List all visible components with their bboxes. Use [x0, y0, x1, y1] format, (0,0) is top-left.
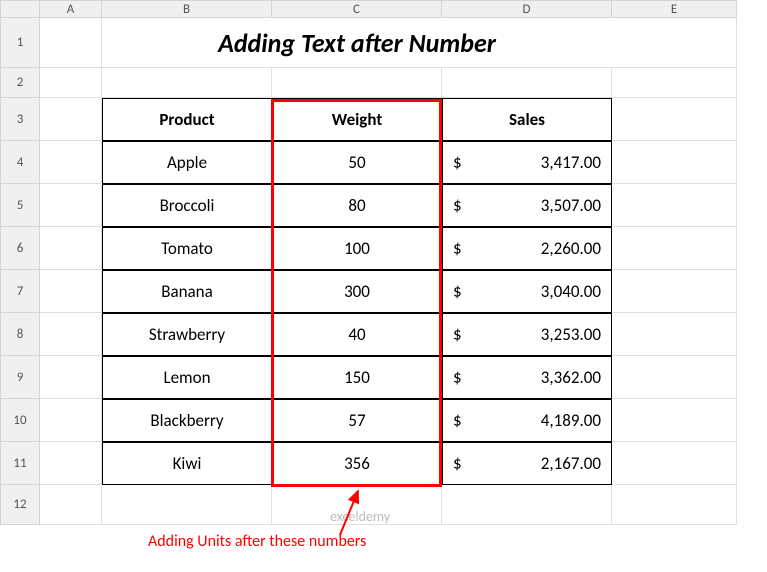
cell[interactable] [442, 485, 612, 525]
row-header-12[interactable]: 12 [0, 485, 40, 525]
sales-value: 3,362.00 [541, 367, 601, 388]
row-header-7[interactable]: 7 [0, 270, 40, 313]
sales-cell[interactable]: $4,189.00 [442, 399, 612, 442]
col-header-b[interactable]: B [102, 0, 272, 18]
product-cell[interactable]: Lemon [102, 356, 272, 399]
weight-cell[interactable]: 356 [272, 442, 442, 485]
sales-cell[interactable]: $3,417.00 [442, 141, 612, 184]
row-header-3[interactable]: 3 [0, 98, 40, 141]
cell[interactable] [612, 399, 737, 442]
currency-symbol: $ [453, 152, 462, 173]
product-cell[interactable]: Blackberry [102, 399, 272, 442]
cell[interactable] [40, 270, 102, 313]
currency-symbol: $ [453, 453, 462, 474]
currency-symbol: $ [453, 324, 462, 345]
col-header-c[interactable]: C [272, 0, 442, 18]
title-cell[interactable]: Adding Text after Number [102, 18, 612, 68]
sales-value: 3,507.00 [541, 195, 601, 216]
cell[interactable] [40, 98, 102, 141]
weight-cell[interactable]: 80 [272, 184, 442, 227]
row-header-2[interactable]: 2 [0, 68, 40, 98]
cell[interactable] [40, 18, 102, 68]
weight-cell[interactable]: 40 [272, 313, 442, 356]
sales-value: 2,167.00 [541, 453, 601, 474]
row-header-4[interactable]: 4 [0, 141, 40, 184]
currency-symbol: $ [453, 195, 462, 216]
currency-symbol: $ [453, 367, 462, 388]
sales-cell[interactable]: $2,167.00 [442, 442, 612, 485]
cell[interactable] [612, 227, 737, 270]
cell[interactable] [612, 270, 737, 313]
col-header-e[interactable]: E [612, 0, 737, 18]
row-header-6[interactable]: 6 [0, 227, 40, 270]
annotation-text: Adding Units after these numbers [148, 532, 366, 551]
cell[interactable] [612, 184, 737, 227]
sales-cell[interactable]: $3,040.00 [442, 270, 612, 313]
weight-cell[interactable]: 50 [272, 141, 442, 184]
cell[interactable] [40, 141, 102, 184]
cell[interactable] [102, 485, 272, 525]
cell[interactable] [612, 98, 737, 141]
weight-cell[interactable]: 150 [272, 356, 442, 399]
currency-symbol: $ [453, 281, 462, 302]
sales-cell[interactable]: $3,362.00 [442, 356, 612, 399]
product-cell[interactable]: Broccoli [102, 184, 272, 227]
header-product[interactable]: Product [102, 98, 272, 141]
select-all-corner[interactable] [0, 0, 40, 18]
cell[interactable] [612, 485, 737, 525]
cell[interactable] [612, 356, 737, 399]
row-header-5[interactable]: 5 [0, 184, 40, 227]
product-cell[interactable]: Apple [102, 141, 272, 184]
sales-value: 3,040.00 [541, 281, 601, 302]
cell[interactable] [40, 68, 102, 98]
cell[interactable] [102, 68, 272, 98]
cell[interactable] [40, 227, 102, 270]
sales-value: 3,253.00 [541, 324, 601, 345]
cell[interactable] [40, 399, 102, 442]
product-cell[interactable]: Tomato [102, 227, 272, 270]
row-header-1[interactable]: 1 [0, 18, 40, 68]
cell[interactable] [40, 313, 102, 356]
sales-cell[interactable]: $2,260.00 [442, 227, 612, 270]
product-cell[interactable]: Banana [102, 270, 272, 313]
sales-value: 3,417.00 [541, 152, 601, 173]
product-cell[interactable]: Strawberry [102, 313, 272, 356]
cell[interactable] [612, 442, 737, 485]
sales-cell[interactable]: $3,253.00 [442, 313, 612, 356]
cell[interactable] [40, 356, 102, 399]
currency-symbol: $ [453, 238, 462, 259]
product-cell[interactable]: Kiwi [102, 442, 272, 485]
row-header-11[interactable]: 11 [0, 442, 40, 485]
col-header-d[interactable]: D [442, 0, 612, 18]
cell[interactable] [612, 141, 737, 184]
row-header-9[interactable]: 9 [0, 356, 40, 399]
sales-value: 4,189.00 [541, 410, 601, 431]
weight-cell[interactable]: 57 [272, 399, 442, 442]
cell[interactable] [40, 485, 102, 525]
row-header-8[interactable]: 8 [0, 313, 40, 356]
weight-cell[interactable]: 300 [272, 270, 442, 313]
col-header-a[interactable]: A [40, 0, 102, 18]
cell[interactable] [612, 68, 737, 98]
sales-cell[interactable]: $3,507.00 [442, 184, 612, 227]
cell[interactable] [612, 18, 737, 68]
currency-symbol: $ [453, 410, 462, 431]
cell[interactable] [442, 68, 612, 98]
row-header-10[interactable]: 10 [0, 399, 40, 442]
cell[interactable] [272, 485, 442, 525]
header-sales[interactable]: Sales [442, 98, 612, 141]
spreadsheet-grid: A B C D E 1 2 3 4 5 6 7 8 9 10 11 12 Add… [0, 0, 737, 525]
cell[interactable] [272, 68, 442, 98]
header-weight[interactable]: Weight [272, 98, 442, 141]
cell[interactable] [40, 442, 102, 485]
cell[interactable] [612, 313, 737, 356]
cell[interactable] [40, 184, 102, 227]
weight-cell[interactable]: 100 [272, 227, 442, 270]
sales-value: 2,260.00 [541, 238, 601, 259]
